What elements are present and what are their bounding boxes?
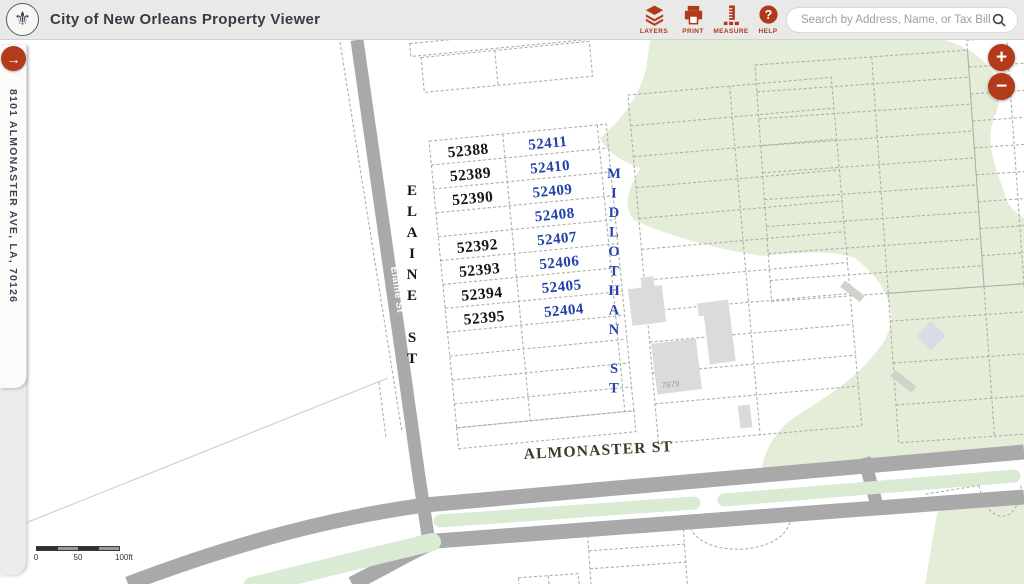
scale-bar-segments bbox=[36, 546, 120, 551]
building bbox=[640, 276, 654, 289]
help-button-label: HELP bbox=[746, 28, 790, 35]
vegetation-area-bottom-right bbox=[925, 498, 1024, 584]
plus-icon: + bbox=[996, 48, 1007, 67]
print-icon bbox=[682, 4, 705, 27]
svg-text:?: ? bbox=[764, 8, 772, 22]
map-canvas[interactable]: 52388 52389 52390 52392 52393 52394 5239… bbox=[0, 0, 1024, 584]
fleur-de-lis-icon: ⚜ bbox=[14, 8, 31, 31]
layers-button-label: LAYERS bbox=[632, 28, 676, 35]
midlothan-street-block-label: MIDLOTHAN ST bbox=[605, 166, 622, 400]
scale-label-50: 50 bbox=[74, 553, 83, 562]
zoom-in-button[interactable]: + bbox=[988, 44, 1015, 71]
building bbox=[628, 285, 666, 326]
zoom-out-button[interactable]: − bbox=[988, 73, 1015, 100]
help-icon: ? bbox=[757, 4, 780, 27]
expand-panel-button[interactable]: → bbox=[1, 46, 26, 71]
measure-icon bbox=[720, 4, 743, 27]
search-icon[interactable] bbox=[992, 13, 1007, 28]
building-number-label: 7879 bbox=[661, 379, 680, 390]
search-input[interactable] bbox=[801, 14, 992, 26]
arrow-right-icon: → bbox=[7, 51, 21, 67]
building bbox=[697, 302, 708, 316]
layers-icon bbox=[643, 4, 666, 27]
scale-label-100: 100ft bbox=[115, 553, 133, 562]
scale-label-0: 0 bbox=[34, 553, 38, 562]
scale-bar: 0 50 100ft bbox=[36, 546, 120, 563]
search-bar bbox=[786, 7, 1018, 33]
fleur-de-lis-logo: ⚜ bbox=[6, 3, 39, 36]
address-result-tab[interactable]: → 8101 ALMONASTER AVE, LA, 70126 bbox=[0, 45, 27, 388]
elaine-street-block-label: ELAINE ST bbox=[403, 183, 420, 372]
page-title: City of New Orleans Property Viewer bbox=[50, 11, 320, 28]
property-viewer-app: 52388 52389 52390 52392 52393 52394 5239… bbox=[0, 0, 1024, 584]
help-button[interactable]: ? HELP bbox=[746, 4, 790, 35]
layers-button[interactable]: LAYERS bbox=[632, 4, 676, 35]
minus-icon: − bbox=[996, 77, 1007, 96]
address-tab-label: 8101 ALMONASTER AVE, LA, 70126 bbox=[7, 89, 19, 303]
app-header: ⚜ City of New Orleans Property Viewer LA… bbox=[0, 0, 1024, 40]
